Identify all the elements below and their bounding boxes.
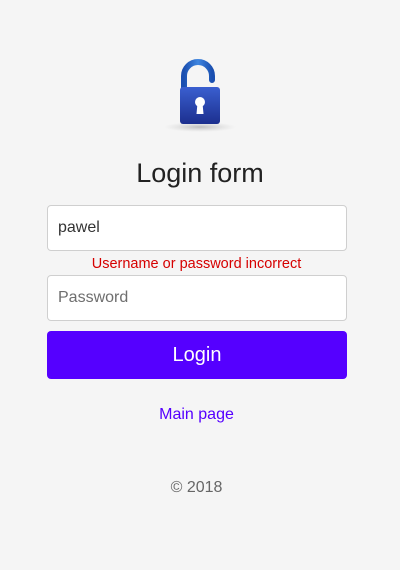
padlock-icon — [164, 59, 236, 132]
error-message: Username or password incorrect — [91, 256, 302, 272]
login-button[interactable]: Login — [47, 331, 347, 379]
password-input[interactable] — [47, 275, 347, 321]
username-input[interactable] — [47, 205, 347, 251]
login-page: Login form Username or password incorrec… — [0, 0, 400, 570]
main-page-link[interactable]: Main page — [0, 405, 393, 425]
footer-copyright: © 2018 — [170, 479, 223, 496]
page-title: Login form — [136, 158, 264, 188]
